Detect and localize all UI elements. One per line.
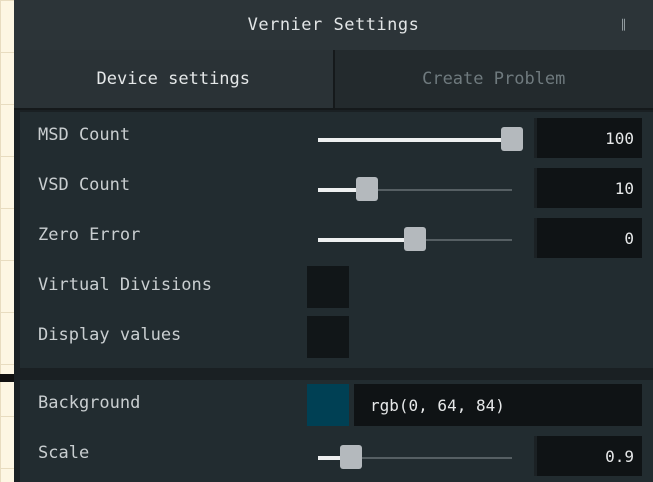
vernier-settings-panel: Vernier Settings ∥ Device settings Creat… bbox=[14, 0, 653, 482]
background-label: Background bbox=[38, 393, 141, 413]
tab-device-settings[interactable]: Device settings bbox=[14, 50, 335, 108]
msd-count-input[interactable]: 100 bbox=[534, 118, 642, 158]
vsd-count-slider[interactable] bbox=[318, 177, 512, 201]
zero-error-input[interactable]: 0 bbox=[534, 218, 642, 258]
msd-count-slider[interactable] bbox=[318, 127, 523, 151]
msd-count-label: MSD Count bbox=[38, 125, 131, 145]
vsd-count-slider-thumb[interactable] bbox=[356, 177, 378, 201]
virtual-divisions-row: Virtual Divisions bbox=[20, 262, 653, 312]
background-row: Background rgb(0, 64, 84) bbox=[20, 380, 653, 430]
tab-bar: Device settings Create Problem bbox=[14, 50, 653, 110]
vsd-count-label: VSD Count bbox=[38, 175, 131, 195]
zero-error-slider[interactable] bbox=[318, 227, 512, 251]
virtual-divisions-label: Virtual Divisions bbox=[38, 275, 212, 295]
panel-titlebar[interactable]: Vernier Settings ∥ bbox=[14, 0, 653, 50]
background-color-input[interactable]: rgb(0, 64, 84) bbox=[354, 384, 642, 426]
section-divider bbox=[14, 368, 653, 380]
virtual-divisions-checkbox[interactable] bbox=[307, 266, 349, 308]
vsd-count-input[interactable]: 10 bbox=[534, 168, 642, 208]
display-values-row: Display values bbox=[20, 312, 653, 362]
zero-error-slider-thumb[interactable] bbox=[404, 227, 426, 251]
display-values-checkbox[interactable] bbox=[307, 316, 349, 358]
msd-count-row: MSD Count 100 bbox=[20, 112, 653, 162]
scale-row: Scale 0.9 bbox=[20, 430, 653, 480]
zero-error-label: Zero Error bbox=[38, 225, 141, 245]
tab-create-problem[interactable]: Create Problem bbox=[334, 50, 653, 108]
scale-slider-thumb[interactable] bbox=[340, 445, 362, 469]
scale-input[interactable]: 0.9 bbox=[534, 436, 642, 476]
pin-icon[interactable]: ∥ bbox=[621, 17, 628, 31]
scale-slider[interactable] bbox=[318, 445, 512, 469]
zero-error-slider-fill bbox=[318, 238, 415, 242]
vsd-count-row: VSD Count 10 bbox=[20, 162, 653, 212]
zero-error-row: Zero Error 0 bbox=[20, 212, 653, 262]
appearance-section: Background rgb(0, 64, 84) Scale 0.9 bbox=[20, 380, 653, 482]
msd-count-slider-fill bbox=[318, 138, 512, 142]
device-settings-section: MSD Count 100 VSD Count 10 Zero Error 0 bbox=[20, 112, 653, 368]
background-edge-line bbox=[0, 374, 14, 382]
display-values-label: Display values bbox=[38, 325, 182, 345]
background-color-swatch[interactable] bbox=[307, 384, 349, 426]
panel-title: Vernier Settings bbox=[247, 15, 420, 35]
scale-label: Scale bbox=[38, 443, 90, 463]
msd-count-slider-thumb[interactable] bbox=[501, 127, 523, 151]
